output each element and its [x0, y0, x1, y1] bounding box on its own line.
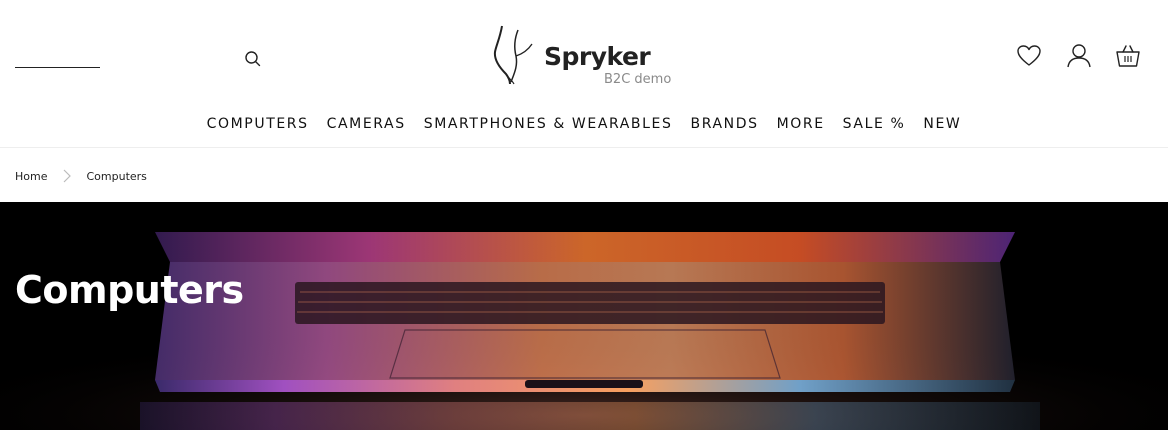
main-navigation: COMPUTERS CAMERAS SMARTPHONES & WEARABLE… [0, 113, 1168, 137]
category-title: Computers [15, 268, 244, 312]
account-button[interactable] [1065, 42, 1093, 70]
chevron-right-icon [64, 169, 72, 183]
nav-item-more[interactable]: MORE [768, 113, 834, 137]
logo-brand-text: Spryker [544, 42, 651, 71]
search-bar [15, 44, 265, 74]
nav-item-cameras[interactable]: CAMERAS [318, 113, 415, 137]
breadcrumb: Home Computers [15, 168, 147, 184]
search-button[interactable] [243, 50, 263, 70]
nav-item-new[interactable]: NEW [914, 113, 970, 137]
search-input[interactable] [15, 44, 100, 68]
category-hero-banner: Computers [0, 202, 1168, 430]
laptop-hero-image [0, 202, 1168, 430]
nav-item-computers[interactable]: COMPUTERS [198, 113, 318, 137]
search-icon [245, 51, 261, 67]
breadcrumb-home[interactable]: Home [15, 170, 47, 183]
nav-item-brands[interactable]: BRANDS [681, 113, 767, 137]
logo-subtitle: B2C demo [604, 72, 672, 87]
nav-item-smartphones-wearables[interactable]: SMARTPHONES & WEARABLES [415, 113, 682, 137]
user-icon [1067, 44, 1091, 68]
site-logo[interactable]: Spryker B2C demo [492, 24, 682, 88]
gazelle-logo-icon [493, 25, 533, 85]
breadcrumb-current: Computers [86, 169, 147, 183]
nav-item-sale[interactable]: SALE % [834, 113, 915, 137]
wishlist-button[interactable] [1015, 42, 1043, 70]
cart-button[interactable] [1114, 42, 1142, 70]
basket-icon [1116, 45, 1140, 67]
site-header: Spryker B2C demo COMPUTERS CAMERAS SMART… [0, 0, 1168, 148]
heart-icon [1017, 45, 1041, 66]
